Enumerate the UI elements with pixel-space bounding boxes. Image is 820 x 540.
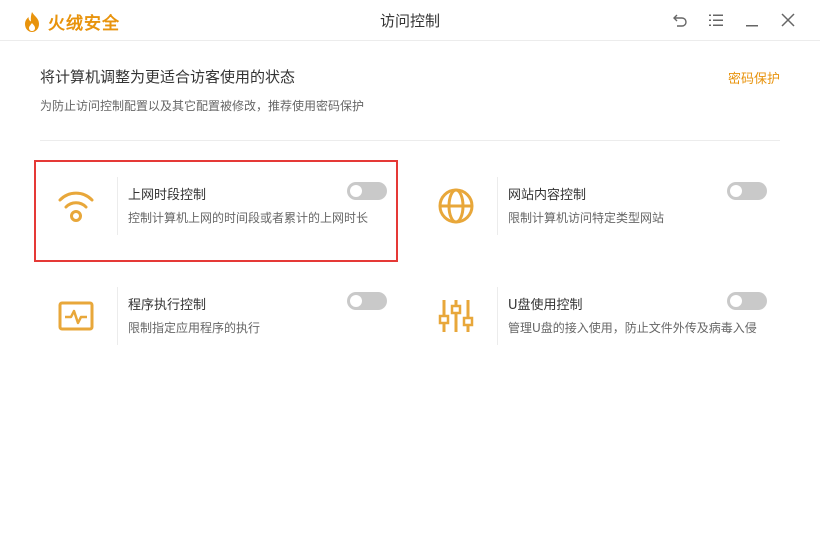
page-header: 将计算机调整为更适合访客使用的状态 为防止访问控制配置以及其它配置被修改，推荐使… <box>40 66 780 114</box>
minimize-icon <box>746 25 758 27</box>
back-arrow-icon <box>673 14 687 27</box>
card-title: 程序执行控制 <box>128 298 207 313</box>
page-title: 将计算机调整为更适合访客使用的状态 <box>40 68 296 86</box>
globe-icon <box>438 188 474 224</box>
menu-icon <box>709 14 723 26</box>
monitor-pulse-icon <box>58 301 94 331</box>
menu-button[interactable] <box>698 9 734 31</box>
divider <box>40 140 780 141</box>
title-bar: 火绒安全 访问控制 <box>0 0 820 41</box>
card-program-execution: 程序执行控制 限制指定应用程序的执行 <box>40 280 387 350</box>
close-icon <box>781 13 795 27</box>
window-controls <box>662 9 806 31</box>
password-protection-link[interactable]: 密码保护 <box>728 68 780 87</box>
highlight-box <box>34 160 398 262</box>
card-title: 网站内容控制 <box>508 188 587 203</box>
back-button[interactable] <box>662 9 698 31</box>
card-description: 限制指定应用程序的执行 <box>128 321 261 335</box>
close-button[interactable] <box>770 9 806 31</box>
card-title: U盘使用控制 <box>508 298 583 313</box>
card-description: 限制计算机访问特定类型网站 <box>508 211 665 225</box>
sliders-icon <box>438 300 474 332</box>
card-description: 管理U盘的接入使用，防止文件外传及病毒入侵 <box>508 321 757 335</box>
website-content-toggle[interactable] <box>727 182 767 200</box>
card-usb-usage: U盘使用控制 管理U盘的接入使用，防止文件外传及病毒入侵 <box>420 280 767 350</box>
usb-usage-toggle[interactable] <box>727 292 767 310</box>
program-execution-toggle[interactable] <box>347 292 387 310</box>
page-subtitle: 为防止访问控制配置以及其它配置被修改，推荐使用密码保护 <box>40 99 365 113</box>
card-website-content: 网站内容控制 限制计算机访问特定类型网站 <box>420 170 767 240</box>
minimize-button[interactable] <box>734 9 770 31</box>
